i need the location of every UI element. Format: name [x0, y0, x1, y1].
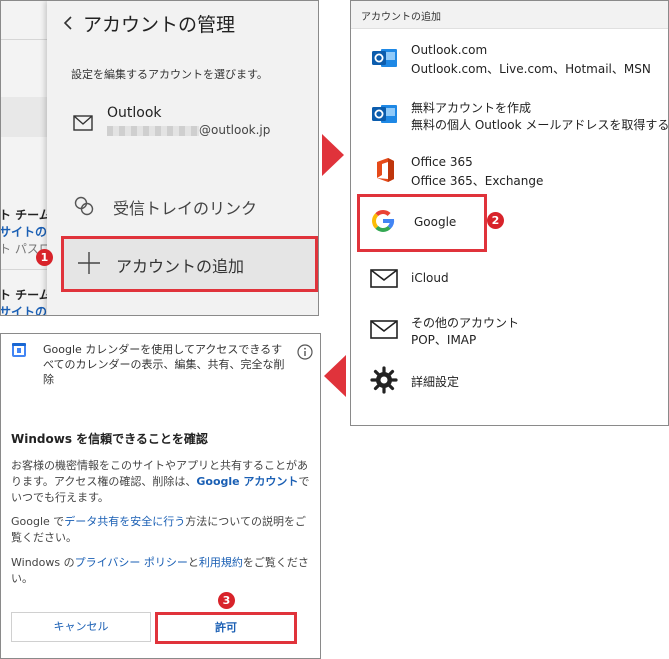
back-icon[interactable]	[61, 13, 75, 33]
provider-create-account[interactable]: 無料アカウントを作成 無料の個人 Outlook メールアドレスを取得する	[367, 95, 668, 137]
masked-email	[107, 126, 199, 136]
consent-paragraph: Google でデータ共有を安全に行う方法についての説明をご覧ください。	[11, 514, 311, 546]
arrow-left-icon	[324, 355, 346, 397]
provider-name: その他のアカウント	[411, 316, 520, 330]
provider-other[interactable]: その他のアカウント POP、IMAP	[367, 310, 663, 352]
consent-heading: Windows を信頼できることを確認	[11, 432, 208, 446]
background-band	[1, 97, 47, 137]
outlook-icon	[369, 43, 399, 73]
arrow-right-icon	[322, 134, 344, 176]
provider-subtitle: 無料の個人 Outlook メールアドレスを取得する	[411, 118, 669, 132]
provider-name: 無料アカウントを作成	[411, 101, 532, 115]
provider-office365[interactable]: Office 365 Office 365、Exchange	[367, 151, 663, 193]
privacy-policy-link[interactable]: プライバシー ポリシー	[75, 556, 188, 569]
panel-header: アカウントの追加	[351, 1, 668, 29]
consent-paragraph: お客様の機密情報をこのサイトやアプリと共有することがあります。アクセス権の確認、…	[11, 458, 311, 506]
background-text: ト チーム	[0, 208, 51, 222]
manage-accounts-flyout: アカウントの管理 設定を編集するアカウントを選びます。 Outlook @out…	[47, 1, 318, 315]
gear-icon	[369, 365, 399, 395]
provider-subtitle: Outlook.com、Live.com、Hotmail、MSN	[411, 62, 651, 76]
background-text: ト チーム	[0, 288, 51, 302]
link-icon	[73, 195, 95, 217]
provider-name: iCloud	[411, 271, 449, 285]
outlook-icon	[369, 99, 399, 129]
account-name: Outlook	[107, 105, 162, 121]
panel-title: アカウントの追加	[361, 12, 441, 23]
office-icon	[369, 155, 399, 185]
safe-sharing-link[interactable]: データ共有を安全に行う	[64, 515, 185, 528]
paragraph-text: Google で	[11, 515, 65, 528]
cancel-button[interactable]: キャンセル	[11, 612, 151, 642]
step-badge-2: 2	[487, 212, 504, 229]
plus-icon	[76, 250, 102, 276]
instruction-text: 設定を編集するアカウントを選びます。	[71, 68, 268, 81]
add-account-label: アカウントの追加	[116, 257, 245, 276]
google-consent-panel: Google カレンダーを使用してアクセスできるすべてのカレンダーの表示、編集、…	[0, 333, 321, 659]
provider-name: Outlook.com	[411, 43, 488, 57]
provider-google[interactable]: Google	[357, 194, 487, 252]
page-title: アカウントの管理	[83, 14, 236, 36]
consent-paragraph: Windows のプライバシー ポリシーと利用規約をご覧ください。	[11, 555, 311, 587]
background-mail-list: ト チーム サイトのパス ト パスロ ト チーム サイトのパス	[1, 1, 71, 315]
provider-outlook[interactable]: Outlook.com Outlook.com、Live.com、Hotmail…	[367, 39, 663, 81]
step-badge-1: 1	[36, 249, 53, 266]
terms-link[interactable]: 利用規約	[199, 556, 243, 569]
mail-icon	[369, 314, 399, 344]
add-account-panel: アカウントの追加 Outlook.com Outlook.com、Live.co…	[350, 0, 669, 426]
inbox-link-item[interactable]: 受信トレイのリンク	[71, 193, 311, 219]
provider-name: Google	[414, 215, 457, 229]
outlook-account-item[interactable]: Outlook @outlook.jp	[71, 105, 311, 145]
provider-subtitle: POP、IMAP	[411, 333, 477, 347]
manage-accounts-panel: ト チーム サイトのパス ト パスロ ト チーム サイトのパス アカウントの管理…	[0, 0, 319, 316]
add-account-button[interactable]: アカウントの追加	[61, 236, 318, 292]
provider-advanced-settings[interactable]: 詳細設定	[367, 361, 663, 403]
paragraph-text: と	[187, 556, 199, 569]
provider-name: Office 365	[411, 155, 473, 169]
info-icon[interactable]	[297, 344, 313, 360]
provider-name: 詳細設定	[411, 375, 460, 389]
step-badge-3: 3	[218, 592, 235, 609]
paragraph-text: Windows の	[11, 556, 75, 569]
divider	[1, 39, 47, 40]
permission-description: Google カレンダーを使用してアクセスできるすべてのカレンダーの表示、編集、…	[43, 343, 285, 386]
google-icon	[368, 206, 398, 236]
mail-icon	[73, 115, 93, 131]
mail-icon	[369, 263, 399, 293]
provider-icloud[interactable]: iCloud	[367, 259, 663, 301]
provider-subtitle: Office 365、Exchange	[411, 174, 544, 188]
inbox-link-label: 受信トレイのリンク	[113, 199, 258, 218]
google-calendar-icon	[11, 342, 27, 358]
account-email: @outlook.jp	[199, 123, 271, 137]
allow-button[interactable]: 許可	[155, 612, 297, 644]
divider	[1, 269, 47, 270]
google-account-link[interactable]: Google アカウント	[196, 475, 298, 488]
